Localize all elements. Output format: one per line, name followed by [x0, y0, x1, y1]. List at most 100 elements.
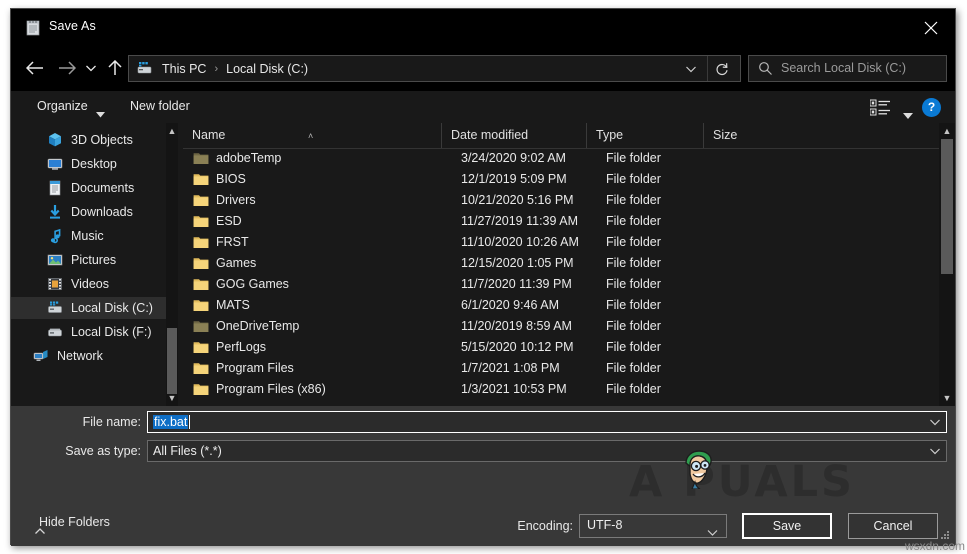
sidebar-item-label: Local Disk (C:) [71, 301, 153, 315]
folder-hidden-icon [193, 321, 209, 332]
folder-icon [193, 195, 209, 206]
sidebar-item-pictures[interactable]: Pictures [11, 249, 166, 271]
column-header-type[interactable]: Type [586, 123, 703, 148]
table-row[interactable]: Drivers 10/21/2020 5:16 PM File folder [183, 190, 939, 211]
drive-f-icon [47, 324, 63, 340]
column-header-label: Type [596, 128, 624, 142]
sidebar-item-label: Documents [71, 181, 135, 195]
3d-objects-icon [49, 133, 61, 147]
file-name-cell: Games [216, 256, 257, 270]
search-input[interactable]: Search Local Disk (C:) [748, 55, 947, 82]
view-list-icon[interactable] [869, 99, 892, 117]
folder-icon [193, 216, 209, 227]
computer-icon [136, 61, 154, 77]
close-button[interactable] [909, 9, 955, 46]
breadcrumb-item-this-pc[interactable]: This PC [161, 62, 207, 76]
navigation-bar: This PC › Local Disk (C:) Search Local D… [11, 46, 955, 91]
encoding-select[interactable]: UTF-8 [579, 514, 727, 538]
date-modified-cell: 5/15/2020 10:12 PM [461, 340, 574, 354]
date-modified-cell: 11/20/2019 8:59 AM [461, 319, 572, 333]
chevron-up-icon[interactable]: ▲ [939, 125, 955, 137]
save-as-type-dropdown-button[interactable] [924, 441, 946, 461]
table-row[interactable]: Program Files (x86) 1/3/2021 10:53 PM File… [183, 379, 939, 400]
chevron-down-icon[interactable]: ▼ [166, 392, 178, 404]
column-header-label: Size [713, 128, 738, 142]
new-folder-button[interactable]: New folder [126, 97, 194, 115]
table-row[interactable]: Program Files 1/7/2021 1:08 PM File folder [183, 358, 939, 379]
table-row[interactable]: adobeTemp 3/24/2020 9:02 AM File folder [183, 148, 939, 169]
music-icon [50, 228, 61, 244]
table-row[interactable]: ESD 11/27/2019 11:39 AM File folder [183, 211, 939, 232]
network-icon [33, 350, 48, 361]
column-header-date-modified[interactable]: Date modified [441, 123, 586, 148]
sidebar-item-3d-objects[interactable]: 3D Objects [11, 129, 166, 151]
back-button[interactable] [21, 54, 49, 82]
chevron-down-icon[interactable]: ▼ [939, 392, 955, 404]
caret-down-icon [96, 105, 105, 123]
folder-icon [193, 340, 209, 354]
help-icon[interactable]: ? [922, 98, 941, 117]
sidebar-item-label: Local Disk (F:) [71, 325, 152, 339]
address-bar[interactable]: This PC › Local Disk (C:) [128, 55, 741, 82]
view-caret-down-icon[interactable] [903, 106, 913, 124]
sidebar-item-local-disk-c[interactable]: Local Disk (C:) [11, 297, 166, 319]
chevron-up-icon[interactable]: ▲ [166, 125, 178, 137]
navpane-scrollbar[interactable]: ▲ ▼ [166, 123, 178, 406]
refresh-button[interactable] [707, 56, 736, 81]
sidebar-item-label: Downloads [71, 205, 133, 219]
column-header-label: Name [192, 128, 226, 142]
table-row[interactable]: BIOS 12/1/2019 5:09 PM File folder [183, 169, 939, 190]
column-header-name[interactable]: Name ˄ [183, 123, 441, 148]
breadcrumb-item-local-disk-c[interactable]: Local Disk (C:) [225, 62, 309, 76]
hide-folders-button[interactable]: Hide Folders [39, 515, 110, 529]
resize-grip[interactable] [938, 529, 950, 541]
sidebar-item-local-disk-f[interactable]: Local Disk (F:) [11, 321, 166, 343]
file-name-input[interactable]: fix.bat [147, 411, 947, 433]
folder-icon [193, 384, 209, 395]
file-list-scrollbar[interactable]: ▲ ▼ [939, 123, 955, 406]
type-cell: File folder [606, 361, 661, 375]
sidebar-item-music[interactable]: Music [11, 225, 166, 247]
file-list-scroll-thumb[interactable] [941, 139, 953, 274]
table-row[interactable]: GOG Games 11/7/2020 11:39 PM File folder [183, 274, 939, 295]
save-button[interactable]: Save [742, 513, 832, 539]
up-button[interactable] [101, 54, 129, 82]
file-name-dropdown-button[interactable] [924, 412, 946, 432]
table-row[interactable]: MATS 6/1/2020 9:46 AM File folder [183, 295, 939, 316]
sidebar-item-network[interactable]: Network [11, 345, 166, 367]
cancel-button[interactable]: Cancel [848, 513, 938, 539]
refresh-icon [716, 62, 728, 75]
address-dropdown-button[interactable] [678, 56, 704, 81]
column-header-size[interactable]: Size [703, 123, 778, 148]
sidebar-item-label: Network [57, 349, 103, 363]
organize-button[interactable]: Organize [33, 97, 92, 115]
body-area: 3D Objects Desktop Documents Downloads Music… [11, 123, 955, 406]
table-row[interactable]: PerfLogs 5/15/2020 10:12 PM File folder [183, 337, 939, 358]
text-caret [189, 415, 190, 429]
table-row[interactable]: OneDriveTemp 11/20/2019 8:59 AM File folde… [183, 316, 939, 337]
file-name-cell: PerfLogs [216, 340, 267, 354]
save-as-type-select[interactable]: All Files (*.*) [147, 440, 947, 462]
forward-button[interactable] [53, 54, 81, 82]
footer-bar: Hide Folders Encoding: UTF-8 Save Cancel [11, 502, 955, 546]
file-name-cell: Program Files (x86) [216, 382, 326, 396]
encoding-label: Encoding: [517, 519, 573, 533]
documents-icon [49, 180, 61, 196]
folder-icon [193, 174, 209, 185]
sidebar-item-downloads[interactable]: Downloads [11, 201, 166, 223]
type-cell: File folder [606, 298, 661, 312]
folder-hidden-icon [193, 151, 209, 165]
file-list-pane: Name ˄ Date modified Type Size adobeTemp 3/24… [183, 123, 955, 406]
file-name-cell: ESD [216, 214, 242, 228]
type-cell: File folder [606, 235, 661, 249]
file-name-cell: Program Files [216, 361, 294, 375]
table-row[interactable]: Games 12/15/2020 1:05 PM File folder [183, 253, 939, 274]
navpane-scroll-thumb[interactable] [167, 328, 177, 394]
recent-locations-button[interactable] [81, 54, 101, 82]
sidebar-item-videos[interactable]: Videos [11, 273, 166, 295]
file-name-cell: adobeTemp [216, 151, 282, 165]
sidebar-item-documents[interactable]: Documents [11, 177, 166, 199]
sidebar-item-desktop[interactable]: Desktop [11, 153, 166, 175]
table-row[interactable]: FRST 11/10/2020 10:26 AM File folder [183, 232, 939, 253]
folder-icon [193, 279, 209, 290]
